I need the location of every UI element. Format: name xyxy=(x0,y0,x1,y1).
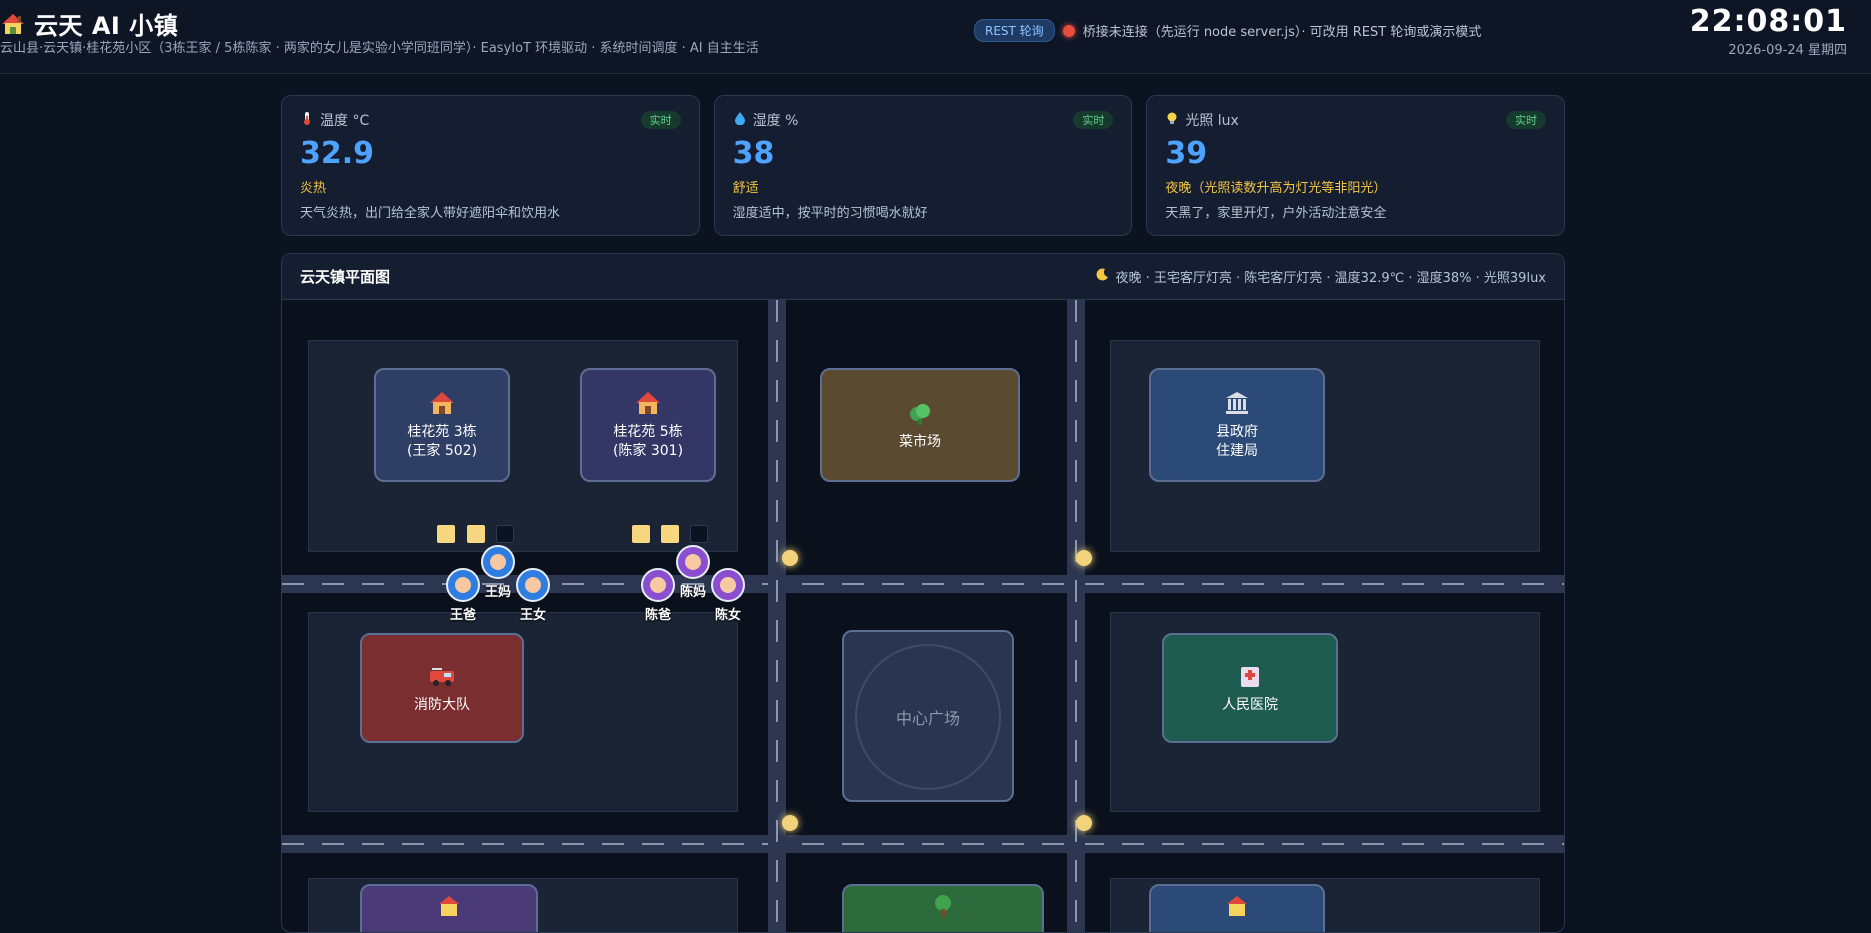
app-title: 云天 AI 小镇 xyxy=(34,12,179,40)
sensor-card-humidity: 湿度 % 实时 38 舒适 湿度适中，按平时的习惯喝水就好 xyxy=(713,95,1133,236)
chen-window-light xyxy=(632,525,650,543)
clock-date: 2026-09-24 星期四 xyxy=(1728,43,1847,58)
chen-window-dark xyxy=(690,525,708,543)
sensor-label: 温度 °C xyxy=(320,113,370,129)
sensor-description: 湿度适中，按平时的习惯喝水就好 xyxy=(732,206,928,221)
wang-window-light xyxy=(467,525,485,543)
building-label-sub: (王家 502) xyxy=(406,443,478,459)
house-icon xyxy=(428,389,456,417)
sensor-card-temperature: 温度 °C 实时 32.9 炎热 天气炎热，出门给全家人带好遮阳伞和饮用水 xyxy=(281,95,700,236)
person-wang-mom[interactable]: 王妈 xyxy=(481,545,515,600)
street-lamp xyxy=(782,815,798,831)
app-subtitle: 云山县·云天镇·桂花苑小区（3栋王家 / 5栋陈家 · 两家的女儿是实验小学同班… xyxy=(0,41,759,56)
map-header: 云天镇平面图 夜晚 · 王宅客厅灯亮 · 陈宅客厅灯亮 · 温度32.9℃ · … xyxy=(282,254,1564,300)
sensor-status: 夜晚（光照读数升高为灯光等非阳光） xyxy=(1165,181,1387,196)
sensor-description: 天气炎热，出门给全家人带好遮阳伞和饮用水 xyxy=(300,206,561,221)
building-fire-station[interactable]: 消防大队 xyxy=(360,633,524,743)
road-vertical xyxy=(1067,300,1085,932)
person-name: 王爸 xyxy=(449,608,476,623)
vegetable-icon xyxy=(906,399,934,427)
clock-time: 22:08:01 xyxy=(1689,4,1847,39)
realtime-badge: 实时 xyxy=(1506,111,1547,129)
building-market[interactable]: 菜市场 xyxy=(820,368,1020,482)
building-label: 桂花苑 5栋 xyxy=(613,424,683,440)
person-wang-girl[interactable]: 王女 xyxy=(516,568,550,623)
sensor-card-light: 光照 lux 实时 39 夜晚（光照读数升高为灯光等非阳光） 天黑了，家里开灯，… xyxy=(1146,95,1566,236)
realtime-badge: 实时 xyxy=(640,111,681,129)
connection-status-dot xyxy=(1062,24,1075,37)
street-lamp xyxy=(1076,550,1092,566)
building-lower-right[interactable] xyxy=(1149,884,1325,932)
person-chen-girl[interactable]: 陈女 xyxy=(711,568,745,623)
central-plaza[interactable]: 中心广场 xyxy=(842,630,1014,802)
building-label: 消防大队 xyxy=(414,696,470,713)
avatar xyxy=(446,568,480,602)
thermometer-icon xyxy=(300,111,314,129)
sensor-label: 光照 lux xyxy=(1185,113,1239,129)
building-label: 菜市场 xyxy=(899,433,941,450)
app-header: 云天 AI 小镇 云山县·云天镇·桂花苑小区（3栋王家 / 5栋陈家 · 两家的… xyxy=(0,0,1871,74)
connection-status-text: 桥接未连接（先运行 node server.js）· 可改用 REST 轮询或演… xyxy=(1082,25,1482,40)
building-label: 人民医院 xyxy=(1222,696,1278,713)
building-hospital[interactable]: 人民医院 xyxy=(1162,633,1338,743)
rest-poll-badge[interactable]: REST 轮询 xyxy=(974,19,1055,42)
building-label-sub: (陈家 301) xyxy=(612,443,684,459)
road-horizontal xyxy=(282,835,1564,853)
brand: 云天 AI 小镇 xyxy=(0,6,178,41)
hospital-icon xyxy=(1236,662,1264,690)
fire-truck-icon xyxy=(428,662,456,690)
building-label: 桂花苑 3栋 xyxy=(407,424,477,440)
house-icon xyxy=(0,11,26,37)
sensor-label: 湿度 % xyxy=(752,113,799,129)
chen-window-light xyxy=(661,525,679,543)
sensor-value: 39 xyxy=(1165,136,1208,171)
avatar xyxy=(481,545,515,579)
building-government[interactable]: 县政府 住建局 xyxy=(1149,368,1325,482)
map-title: 云天镇平面图 xyxy=(300,268,391,286)
person-chen-mom[interactable]: 陈妈 xyxy=(676,545,710,600)
plaza-ring: 中心广场 xyxy=(855,644,1001,790)
sensor-status: 炎热 xyxy=(300,181,327,196)
moon-icon xyxy=(1096,268,1109,285)
avatar xyxy=(516,568,550,602)
street-lamp xyxy=(1076,815,1092,831)
wang-window-dark xyxy=(496,525,514,543)
person-chen-dad[interactable]: 陈爸 xyxy=(641,568,675,623)
avatar xyxy=(641,568,675,602)
building-label-sub: 住建局 xyxy=(1216,443,1258,459)
street-lamp xyxy=(782,550,798,566)
person-name: 王女 xyxy=(519,608,546,623)
sensor-status: 舒适 xyxy=(732,181,759,196)
sensor-description: 天黑了，家里开灯，户外活动注意安全 xyxy=(1165,206,1387,221)
connection-bar: REST 轮询 桥接未连接（先运行 node server.js）· 可改用 R… xyxy=(974,19,1481,42)
government-icon xyxy=(1223,389,1251,417)
map-status-text: 夜晚 · 王宅客厅灯亮 · 陈宅客厅灯亮 · 温度32.9℃ · 湿度38% ·… xyxy=(1115,271,1546,286)
building-park[interactable] xyxy=(842,884,1044,932)
road-vertical xyxy=(768,300,786,932)
avatar xyxy=(711,568,745,602)
town-map-panel: 云天镇平面图 夜晚 · 王宅客厅灯亮 · 陈宅客厅灯亮 · 温度32.9℃ · … xyxy=(281,253,1565,933)
clock: 22:08:01 2026-09-24 星期四 xyxy=(1690,4,1847,58)
house-icon xyxy=(634,389,662,417)
person-name: 王妈 xyxy=(484,585,511,600)
sensor-value: 32.9 xyxy=(300,136,375,171)
droplet-icon xyxy=(733,111,747,129)
person-name: 陈妈 xyxy=(679,585,706,600)
building-wang-home[interactable]: 桂花苑 3栋 (王家 502) xyxy=(374,368,510,482)
map-canvas: 桂花苑 3栋 (王家 502) 桂花苑 5栋 (陈家 301) 菜市场 县政府 … xyxy=(282,300,1564,932)
sensor-value: 38 xyxy=(732,136,775,171)
building-label: 县政府 xyxy=(1216,424,1258,440)
wang-window-light xyxy=(437,525,455,543)
person-wang-dad[interactable]: 王爸 xyxy=(446,568,480,623)
sensor-cards: 温度 °C 实时 32.9 炎热 天气炎热，出门给全家人带好遮阳伞和饮用水 湿度… xyxy=(281,95,1566,236)
avatar xyxy=(676,545,710,579)
person-name: 陈女 xyxy=(714,608,741,623)
realtime-badge: 实时 xyxy=(1073,111,1114,129)
person-name: 陈爸 xyxy=(644,608,671,623)
building-chen-home[interactable]: 桂花苑 5栋 (陈家 301) xyxy=(580,368,716,482)
map-status: 夜晚 · 王宅客厅灯亮 · 陈宅客厅灯亮 · 温度32.9℃ · 湿度38% ·… xyxy=(1096,267,1546,286)
building-school[interactable] xyxy=(360,884,538,932)
bulb-icon xyxy=(1165,111,1179,129)
